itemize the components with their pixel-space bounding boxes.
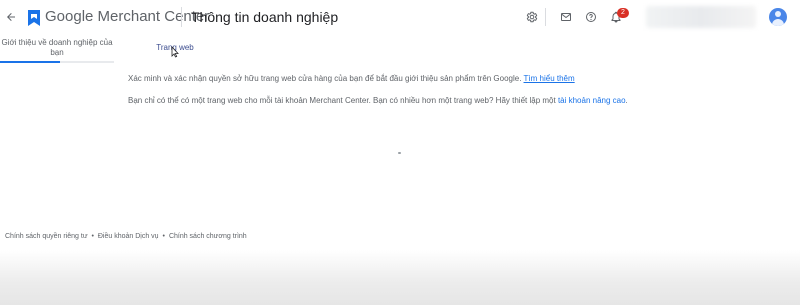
verify-website-text: Xác minh và xác nhận quyền sở hữu trang … [128, 74, 575, 83]
notification-badge: 2 [617, 8, 629, 18]
tab-bar: Giới thiệu về doanh nghiệp của bạn Trang… [0, 36, 800, 63]
help-icon[interactable] [584, 10, 598, 24]
arrow-back-icon[interactable] [3, 9, 19, 25]
top-bar: Google Merchant Center Thông tin doanh n… [0, 0, 800, 35]
single-website-text: Bạn chỉ có thể có một trang web cho mỗi … [128, 96, 628, 105]
advanced-account-link[interactable]: tài khoản nâng cao [558, 96, 626, 105]
terms-of-service-link[interactable]: Điều khoản Dịch vụ [98, 233, 159, 240]
mail-icon[interactable] [559, 10, 573, 24]
app-name[interactable]: Google Merchant Center [45, 8, 209, 25]
verify-website-description: Xác minh và xác nhận quyền sở hữu trang … [128, 74, 522, 83]
bottom-gradient [0, 250, 800, 305]
footer-separator: • [91, 233, 94, 240]
header-divider [181, 7, 182, 27]
avatar[interactable] [769, 8, 787, 26]
footer-links: Chính sách quyền riêng tư • Điều khoản D… [5, 233, 247, 240]
tab-indicator [0, 61, 60, 63]
page-title: Thông tin doanh nghiệp [191, 9, 339, 25]
sentence-end: . [625, 96, 628, 105]
avatar-body [772, 19, 784, 26]
privacy-policy-link[interactable]: Chính sách quyền riêng tư [5, 233, 88, 240]
merchant-center-app: Google Merchant Center Thông tin doanh n… [0, 0, 800, 305]
learn-more-link[interactable]: Tìm hiểu thêm [524, 74, 575, 83]
merchant-center-logo[interactable] [26, 9, 42, 27]
account-info-blurred [646, 6, 756, 28]
footer-separator: • [162, 233, 165, 240]
avatar-head [775, 11, 781, 17]
icons-divider [545, 8, 546, 26]
tab-business-intro[interactable]: Giới thiệu về doanh nghiệp của bạn [0, 36, 114, 58]
settings-icon[interactable] [525, 10, 539, 24]
mouse-pointer-icon [171, 45, 179, 58]
program-policy-link[interactable]: Chính sách chương trình [169, 233, 247, 240]
loading-indicator [398, 152, 401, 154]
single-website-description: Bạn chỉ có thể có một trang web cho mỗi … [128, 96, 556, 105]
